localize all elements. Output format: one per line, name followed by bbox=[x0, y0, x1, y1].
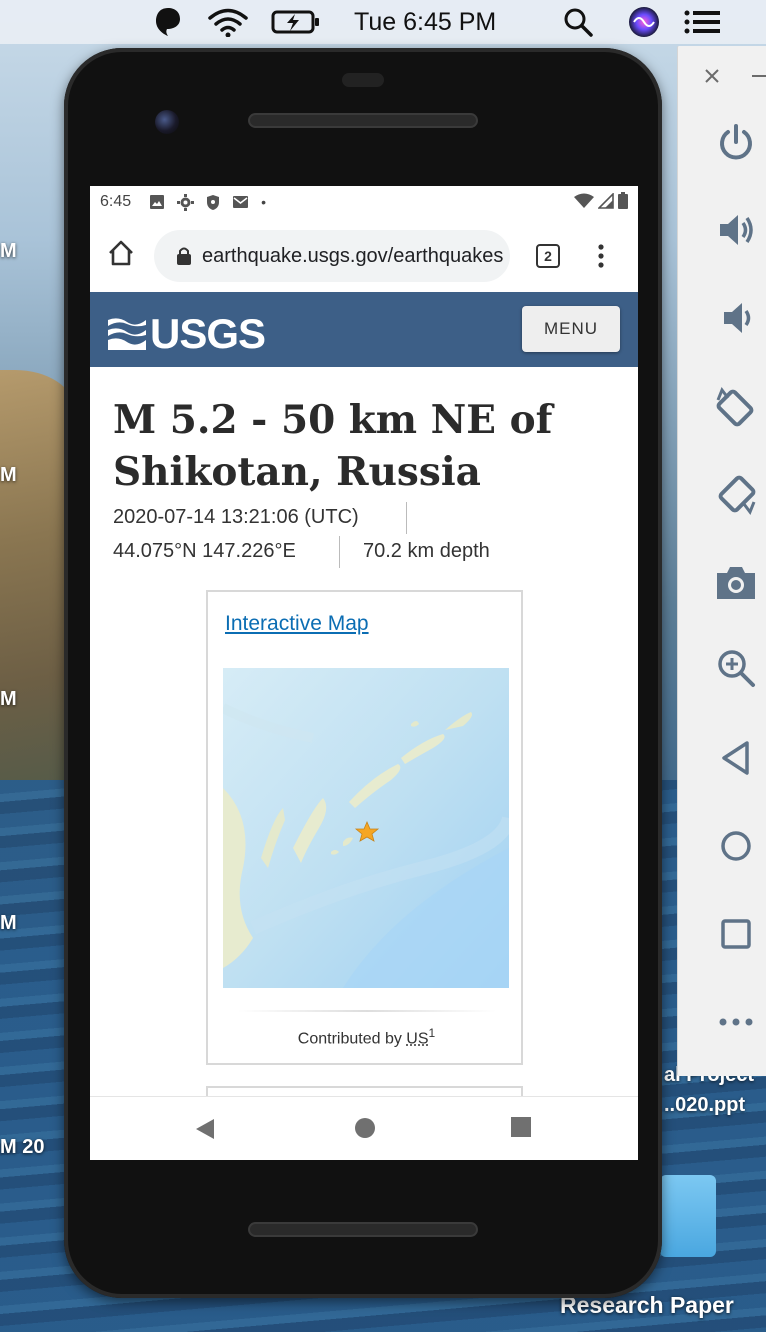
usgs-wave-icon bbox=[108, 316, 146, 352]
usgs-site-header: USGS MENU bbox=[90, 292, 638, 367]
front-camera bbox=[155, 110, 179, 134]
desktop-icon-label: M bbox=[0, 688, 17, 711]
desktop-icon-label: M bbox=[0, 912, 17, 935]
url-text[interactable]: earthquake.usgs.gov/earthquakes bbox=[202, 245, 503, 268]
cell-signal-icon bbox=[598, 193, 614, 209]
android-status-bar: 6:45 • bbox=[90, 186, 638, 218]
event-depth: 70.2 km depth bbox=[363, 540, 490, 563]
desktop-folder-icon[interactable] bbox=[660, 1175, 716, 1257]
nav-overview-icon[interactable] bbox=[511, 1117, 535, 1141]
emulator-control-panel bbox=[677, 46, 766, 1076]
back-icon[interactable] bbox=[714, 736, 758, 780]
overview-icon[interactable] bbox=[714, 912, 758, 956]
volume-up-icon[interactable] bbox=[714, 208, 758, 252]
menubar-clock[interactable]: Tue 6:45 PM bbox=[354, 6, 496, 38]
wifi-icon[interactable] bbox=[204, 6, 252, 38]
android-nav-bar bbox=[90, 1096, 638, 1160]
minimize-icon[interactable] bbox=[744, 56, 766, 96]
home-icon[interactable] bbox=[714, 824, 758, 868]
event-datetime: 2020-07-14 13:21:06 (UTC) bbox=[113, 506, 359, 529]
phone-top-speaker bbox=[248, 113, 478, 128]
rotate-left-icon[interactable] bbox=[714, 386, 758, 430]
zoom-icon[interactable] bbox=[714, 646, 758, 690]
site-menu-button[interactable]: MENU bbox=[522, 306, 620, 352]
camera-icon[interactable] bbox=[714, 560, 758, 604]
phone-battery-icon bbox=[618, 192, 628, 209]
shield-icon bbox=[206, 194, 220, 211]
spotlight-search-icon[interactable] bbox=[560, 6, 596, 38]
card-divider bbox=[238, 1010, 496, 1012]
contributed-prefix: Contributed by bbox=[298, 1030, 402, 1047]
lock-icon bbox=[176, 246, 192, 266]
siri-icon[interactable] bbox=[626, 6, 662, 38]
desktop-file-label: ..020.ppt bbox=[664, 1094, 745, 1117]
desktop-icon-label: M 20 bbox=[0, 1136, 44, 1159]
notification-center-icon[interactable] bbox=[682, 6, 722, 38]
battery-charging-icon[interactable] bbox=[270, 6, 322, 38]
meta-separator bbox=[339, 536, 340, 568]
event-title: M 5.2 - 50 km NE of Shikotan, Russia bbox=[113, 394, 613, 498]
close-icon[interactable] bbox=[696, 56, 728, 96]
meta-separator bbox=[406, 502, 407, 534]
nav-back-icon[interactable] bbox=[194, 1117, 218, 1141]
mac-menu-bar: Tue 6:45 PM bbox=[0, 0, 766, 44]
rotate-right-icon[interactable] bbox=[714, 472, 758, 516]
map-card: Interactive Map Contributed by US1 bbox=[206, 590, 523, 1065]
epicenter-map[interactable] bbox=[223, 668, 509, 988]
power-icon[interactable] bbox=[714, 120, 758, 164]
tab-switcher-button[interactable]: 2 bbox=[536, 244, 560, 268]
mail-icon bbox=[232, 195, 249, 209]
status-time: 6:45 bbox=[100, 193, 131, 211]
wifi-signal-icon bbox=[574, 193, 594, 209]
usgs-logo[interactable]: USGS bbox=[108, 310, 265, 358]
browser-overflow-menu-icon[interactable] bbox=[595, 242, 607, 270]
footnote-ref: 1 bbox=[429, 1026, 436, 1040]
event-coordinates: 44.075°N 147.226°E bbox=[113, 540, 296, 563]
desktop-icon-label: M bbox=[0, 464, 17, 487]
contributed-by-text: Contributed by US1 bbox=[208, 1026, 525, 1048]
settings-icon bbox=[177, 194, 194, 211]
network-code[interactable]: US bbox=[406, 1030, 428, 1047]
phone-screen: 6:45 • earthquake.usgs.gov/earthquakes 2 bbox=[90, 186, 638, 1160]
volume-down-icon[interactable] bbox=[714, 296, 758, 340]
phone-sensor bbox=[342, 73, 384, 87]
more-icon[interactable] bbox=[714, 1000, 758, 1044]
address-bar[interactable]: earthquake.usgs.gov/earthquakes bbox=[154, 230, 510, 282]
nav-home-icon[interactable] bbox=[354, 1117, 378, 1141]
notification-icon[interactable] bbox=[150, 6, 186, 38]
gallery-icon bbox=[149, 194, 165, 210]
interactive-map-link[interactable]: Interactive Map bbox=[225, 612, 369, 636]
browser-home-icon[interactable] bbox=[106, 238, 138, 270]
desktop-icon-label: M bbox=[0, 240, 17, 263]
chrome-toolbar: earthquake.usgs.gov/earthquakes 2 bbox=[90, 224, 638, 288]
usgs-logo-text: USGS bbox=[150, 310, 265, 358]
phone-bottom-speaker bbox=[248, 1222, 478, 1237]
status-more-dot: • bbox=[261, 194, 266, 210]
